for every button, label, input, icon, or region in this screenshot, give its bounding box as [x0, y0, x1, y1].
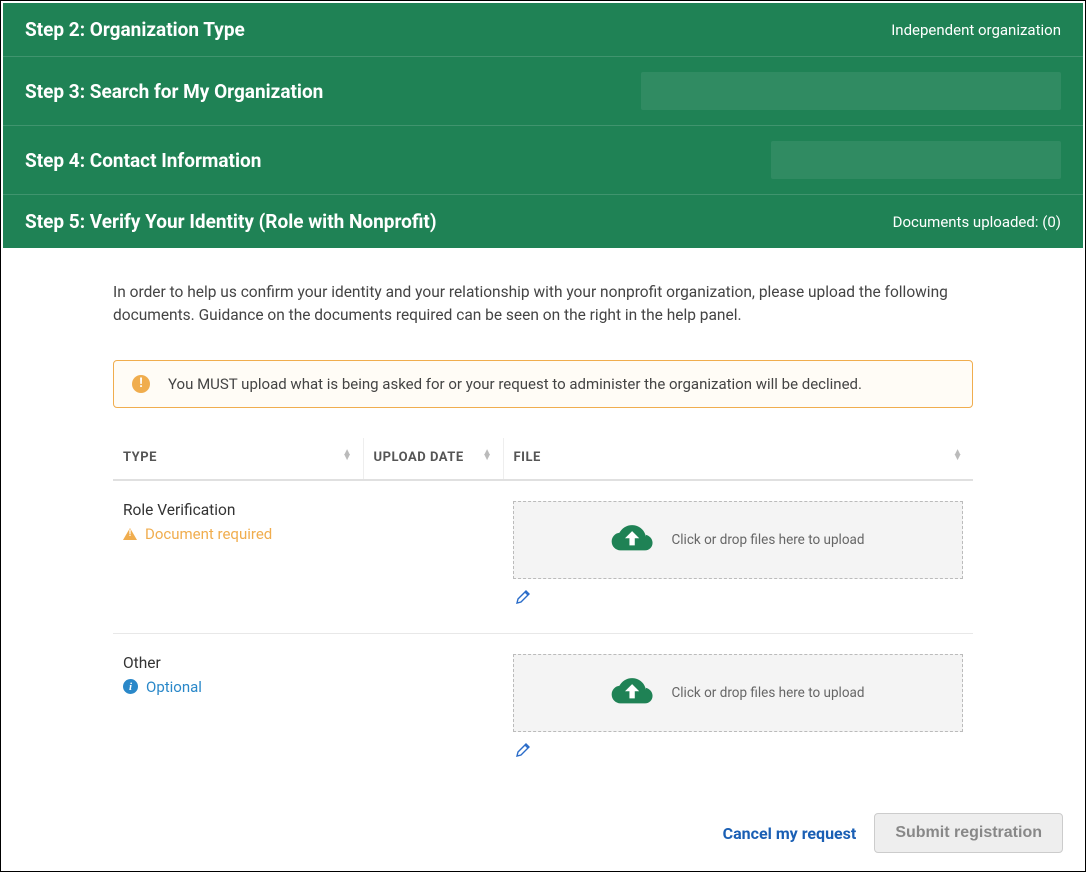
step-4-title: Step 4: Contact Information — [25, 149, 261, 172]
step-3-header[interactable]: Step 3: Search for My Organization — [3, 57, 1083, 126]
warning-text: You MUST upload what is being asked for … — [168, 375, 862, 393]
column-header-file-label: FILE — [514, 450, 541, 465]
warning-triangle-icon — [123, 528, 137, 540]
step-2-header[interactable]: Step 2: Organization Type Independent or… — [3, 3, 1083, 57]
cell-type: Role Verification Document required — [113, 480, 363, 634]
file-dropzone[interactable]: Click or drop files here to upload — [513, 654, 963, 732]
step-4-header[interactable]: Step 4: Contact Information — [3, 126, 1083, 195]
optional-badge-text: Optional — [146, 678, 202, 696]
step-2-summary: Independent organization — [891, 21, 1061, 39]
dropzone-text: Click or drop files here to upload — [671, 532, 864, 548]
cell-date — [363, 633, 503, 814]
info-icon: i — [123, 679, 138, 694]
doc-type-label: Other — [123, 654, 353, 672]
cell-date — [363, 480, 503, 634]
file-dropzone[interactable]: Click or drop files here to upload — [513, 501, 963, 579]
sort-icon[interactable]: ▲▼ — [953, 450, 963, 461]
warning-box: ! You MUST upload what is being asked fo… — [113, 360, 973, 408]
column-header-type[interactable]: TYPE ▲▼ — [113, 438, 363, 480]
column-header-type-label: TYPE — [123, 450, 157, 465]
column-header-upload-date[interactable]: UPLOAD DATE ▲▼ — [363, 438, 503, 480]
step-5-summary: Documents uploaded: (0) — [893, 213, 1061, 231]
submit-registration-button[interactable]: Submit registration — [874, 813, 1063, 853]
cancel-request-link[interactable]: Cancel my request — [723, 824, 857, 843]
step-5-title: Step 5: Verify Your Identity (Role with … — [25, 210, 437, 233]
step-3-title: Step 3: Search for My Organization — [25, 80, 323, 103]
sort-icon[interactable]: ▲▼ — [342, 450, 352, 461]
required-badge: Document required — [123, 525, 353, 543]
cell-type: Other i Optional — [113, 633, 363, 814]
dropzone-text: Click or drop files here to upload — [671, 685, 864, 701]
column-header-date-label: UPLOAD DATE — [374, 450, 464, 465]
optional-badge: i Optional — [123, 678, 353, 696]
step-5-content: In order to help us confirm your identit… — [3, 248, 1083, 844]
step-3-summary-placeholder — [641, 72, 1061, 110]
cell-file: Click or drop files here to upload — [503, 633, 973, 814]
table-row: Role Verification Document required Cl — [113, 480, 973, 634]
doc-type-label: Role Verification — [123, 501, 353, 519]
alert-icon: ! — [132, 375, 150, 393]
documents-table: TYPE ▲▼ UPLOAD DATE ▲▼ FILE ▲▼ — [113, 438, 973, 814]
table-header-row: TYPE ▲▼ UPLOAD DATE ▲▼ FILE ▲▼ — [113, 438, 973, 480]
cloud-upload-icon — [611, 524, 655, 556]
step-2-title: Step 2: Organization Type — [25, 18, 245, 41]
sort-icon[interactable]: ▲▼ — [482, 450, 492, 461]
cell-file: Click or drop files here to upload — [503, 480, 973, 634]
step-4-summary-placeholder — [771, 141, 1061, 179]
step-5-header[interactable]: Step 5: Verify Your Identity (Role with … — [3, 195, 1083, 248]
registration-wizard: Step 2: Organization Type Independent or… — [0, 0, 1086, 872]
pencil-icon[interactable] — [513, 740, 533, 760]
column-header-file[interactable]: FILE ▲▼ — [503, 438, 973, 480]
footer-actions: Cancel my request Submit registration — [723, 813, 1063, 853]
required-badge-text: Document required — [145, 525, 272, 543]
cloud-upload-icon — [611, 677, 655, 709]
table-row: Other i Optional Click or drop files he — [113, 633, 973, 814]
pencil-icon[interactable] — [513, 587, 533, 607]
intro-text: In order to help us confirm your identit… — [113, 281, 973, 328]
